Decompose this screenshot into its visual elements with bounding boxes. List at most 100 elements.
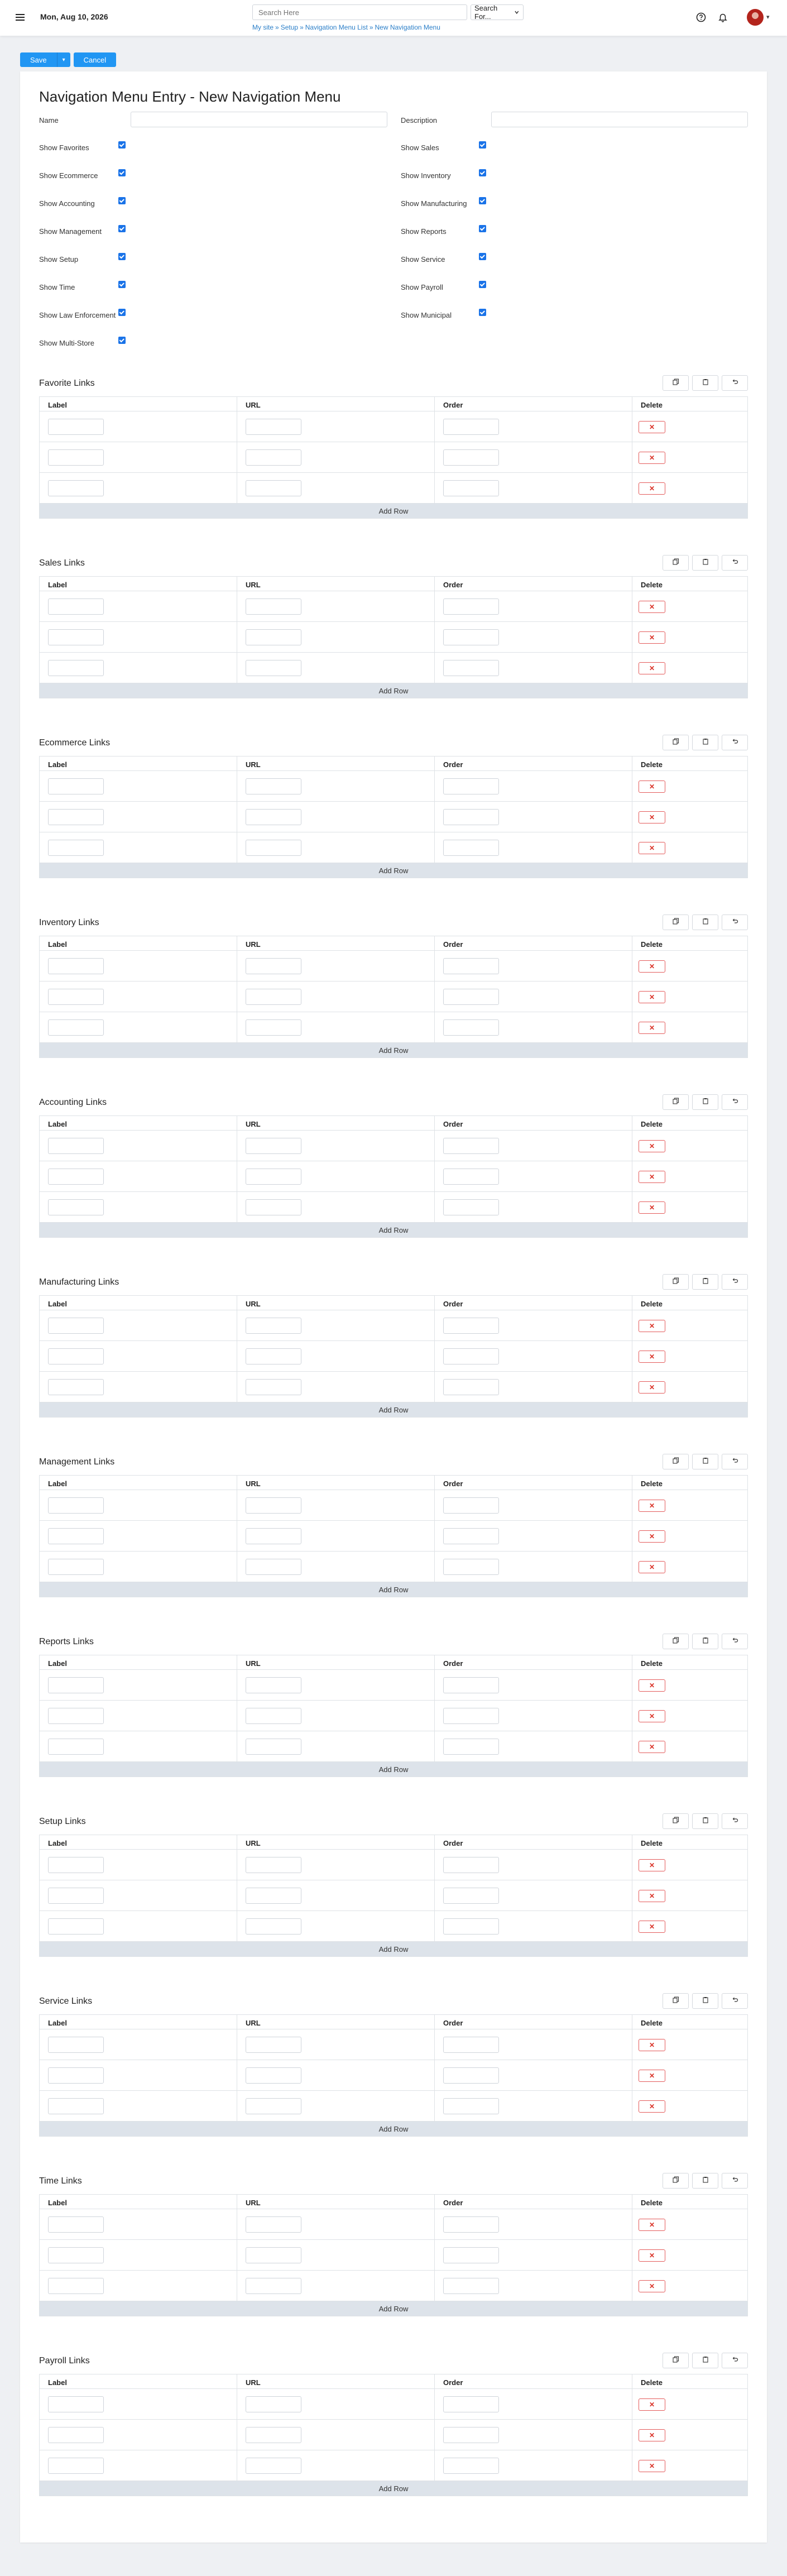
- label-input[interactable]: [48, 1918, 104, 1935]
- url-input[interactable]: [246, 2037, 301, 2053]
- delete-row-button[interactable]: ✕: [639, 2398, 665, 2411]
- label-input[interactable]: [48, 989, 104, 1005]
- add-row-button[interactable]: Add Row: [40, 2122, 747, 2136]
- label-input[interactable]: [48, 778, 104, 794]
- avatar[interactable]: [747, 9, 764, 26]
- add-row-button[interactable]: Add Row: [40, 1762, 747, 1777]
- checkbox[interactable]: [479, 197, 486, 204]
- label-input[interactable]: [48, 1497, 104, 1514]
- delete-row-button[interactable]: ✕: [639, 452, 665, 464]
- label-input[interactable]: [48, 1677, 104, 1693]
- add-row-button[interactable]: Add Row: [40, 1223, 747, 1237]
- order-input[interactable]: [443, 2037, 499, 2053]
- copy-button[interactable]: [663, 735, 689, 750]
- url-input[interactable]: [246, 2278, 301, 2294]
- url-input[interactable]: [246, 1739, 301, 1755]
- order-input[interactable]: [443, 1318, 499, 1334]
- delete-row-button[interactable]: ✕: [639, 1859, 665, 1871]
- url-input[interactable]: [246, 809, 301, 825]
- delete-row-button[interactable]: ✕: [639, 1201, 665, 1214]
- label-input[interactable]: [48, 1888, 104, 1904]
- url-input[interactable]: [246, 2098, 301, 2114]
- delete-row-button[interactable]: ✕: [639, 482, 665, 495]
- checkbox[interactable]: [118, 141, 126, 149]
- delete-row-button[interactable]: ✕: [639, 421, 665, 433]
- paste-button[interactable]: [692, 735, 718, 750]
- url-input[interactable]: [246, 449, 301, 466]
- add-row-button[interactable]: Add Row: [40, 2301, 747, 2316]
- url-input[interactable]: [246, 1857, 301, 1873]
- url-input[interactable]: [246, 1888, 301, 1904]
- bell-icon[interactable]: [716, 10, 730, 25]
- checkbox[interactable]: [118, 225, 126, 232]
- label-input[interactable]: [48, 2098, 104, 2114]
- label-input[interactable]: [48, 1739, 104, 1755]
- label-input[interactable]: [48, 480, 104, 496]
- paste-button[interactable]: [692, 1993, 718, 2009]
- label-input[interactable]: [48, 1528, 104, 1544]
- undo-button[interactable]: [722, 2353, 748, 2368]
- name-input[interactable]: [131, 112, 387, 127]
- label-input[interactable]: [48, 629, 104, 645]
- paste-button[interactable]: [692, 1634, 718, 1649]
- copy-button[interactable]: [663, 1634, 689, 1649]
- label-input[interactable]: [48, 2278, 104, 2294]
- delete-row-button[interactable]: ✕: [639, 2280, 665, 2292]
- order-input[interactable]: [443, 1528, 499, 1544]
- order-input[interactable]: [443, 989, 499, 1005]
- url-input[interactable]: [246, 1528, 301, 1544]
- copy-button[interactable]: [663, 375, 689, 391]
- order-input[interactable]: [443, 660, 499, 676]
- delete-row-button[interactable]: ✕: [639, 1710, 665, 1722]
- label-input[interactable]: [48, 419, 104, 435]
- order-input[interactable]: [443, 1497, 499, 1514]
- label-input[interactable]: [48, 958, 104, 974]
- url-input[interactable]: [246, 2067, 301, 2084]
- undo-button[interactable]: [722, 735, 748, 750]
- delete-row-button[interactable]: ✕: [639, 2429, 665, 2441]
- url-input[interactable]: [246, 2458, 301, 2474]
- url-input[interactable]: [246, 629, 301, 645]
- delete-row-button[interactable]: ✕: [639, 1381, 665, 1394]
- label-input[interactable]: [48, 1318, 104, 1334]
- undo-button[interactable]: [722, 1454, 748, 1469]
- order-input[interactable]: [443, 598, 499, 615]
- url-input[interactable]: [246, 2396, 301, 2412]
- delete-row-button[interactable]: ✕: [639, 2460, 665, 2472]
- order-input[interactable]: [443, 2098, 499, 2114]
- paste-button[interactable]: [692, 914, 718, 930]
- undo-button[interactable]: [722, 1813, 748, 1829]
- url-input[interactable]: [246, 958, 301, 974]
- url-input[interactable]: [246, 2427, 301, 2443]
- order-input[interactable]: [443, 1559, 499, 1575]
- delete-row-button[interactable]: ✕: [639, 991, 665, 1003]
- paste-button[interactable]: [692, 1813, 718, 1829]
- label-input[interactable]: [48, 1199, 104, 1215]
- checkbox[interactable]: [118, 309, 126, 316]
- delete-row-button[interactable]: ✕: [639, 842, 665, 854]
- url-input[interactable]: [246, 1019, 301, 1036]
- delete-row-button[interactable]: ✕: [639, 1890, 665, 1902]
- copy-button[interactable]: [663, 2173, 689, 2189]
- order-input[interactable]: [443, 1169, 499, 1185]
- paste-button[interactable]: [692, 555, 718, 571]
- checkbox[interactable]: [118, 197, 126, 204]
- order-input[interactable]: [443, 629, 499, 645]
- checkbox[interactable]: [118, 281, 126, 288]
- label-input[interactable]: [48, 2037, 104, 2053]
- delete-row-button[interactable]: ✕: [639, 631, 665, 644]
- undo-button[interactable]: [722, 375, 748, 391]
- label-input[interactable]: [48, 2067, 104, 2084]
- add-row-button[interactable]: Add Row: [40, 504, 747, 518]
- order-input[interactable]: [443, 2278, 499, 2294]
- label-input[interactable]: [48, 809, 104, 825]
- checkbox[interactable]: [479, 225, 486, 232]
- delete-row-button[interactable]: ✕: [639, 1741, 665, 1753]
- cancel-button[interactable]: Cancel: [73, 52, 117, 67]
- url-input[interactable]: [246, 598, 301, 615]
- url-input[interactable]: [246, 1318, 301, 1334]
- add-row-button[interactable]: Add Row: [40, 1582, 747, 1597]
- copy-button[interactable]: [663, 2353, 689, 2368]
- breadcrumb-item[interactable]: My site: [252, 23, 273, 31]
- order-input[interactable]: [443, 1199, 499, 1215]
